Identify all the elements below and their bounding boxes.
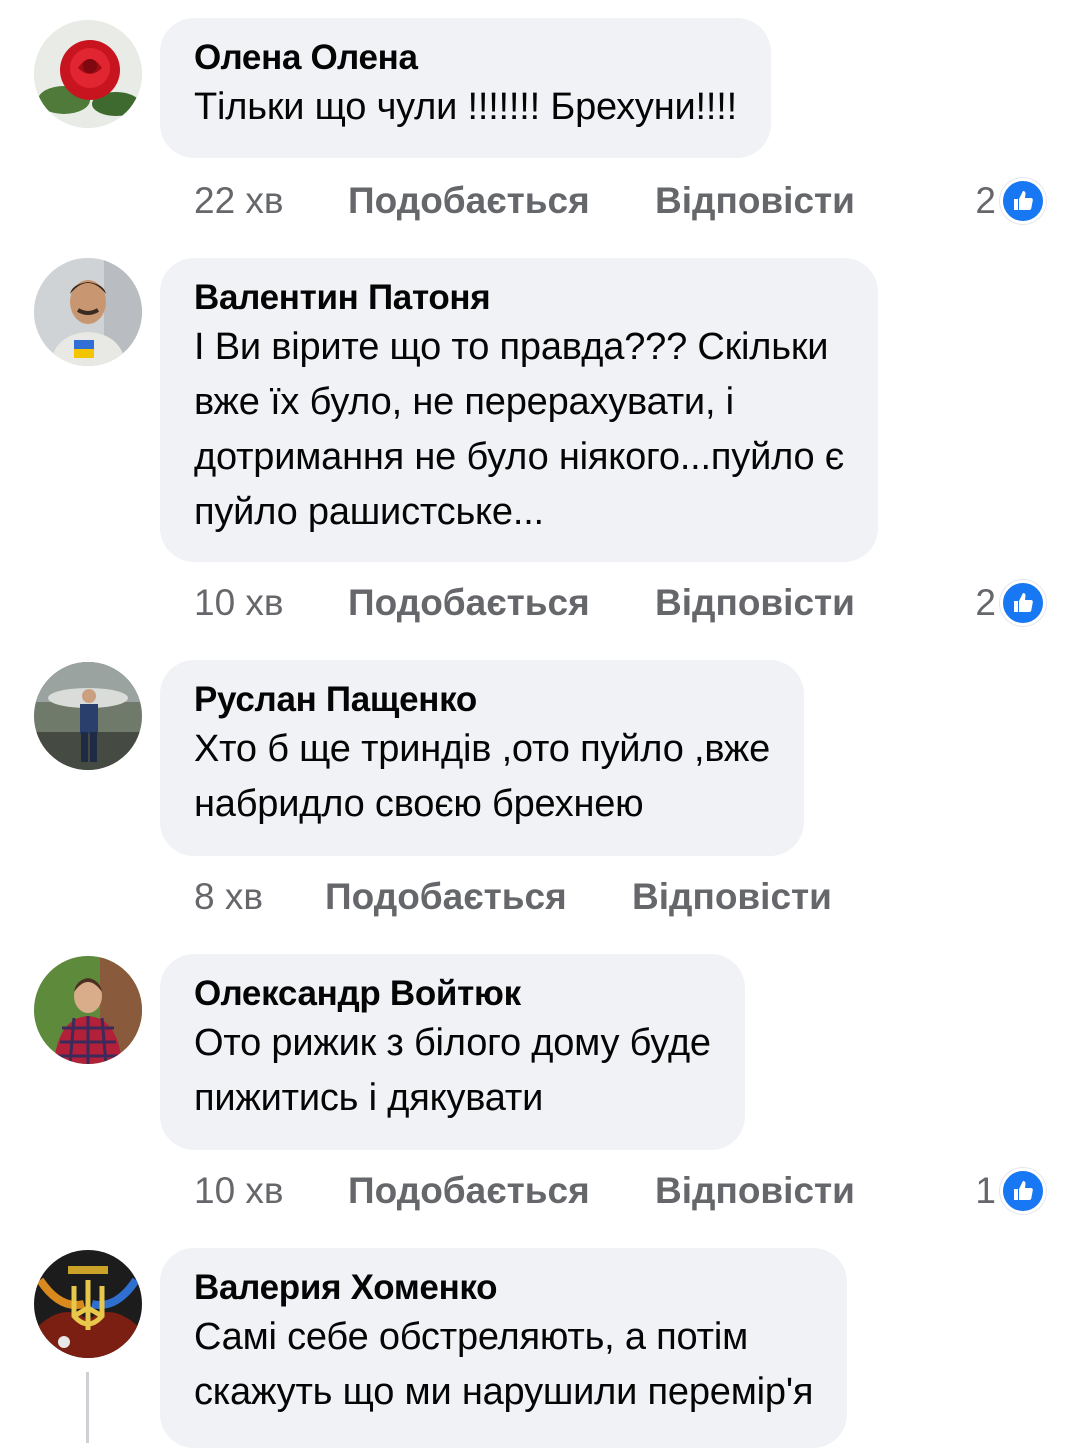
comment-author[interactable]: Валентин Патоня	[194, 276, 844, 320]
avatar[interactable]	[34, 1250, 142, 1358]
like-button[interactable]: Подобається	[348, 1166, 590, 1216]
reply-button[interactable]: Відповісти	[655, 578, 855, 628]
comment-bubble: Руслан Пащенко Хто б ще триндів ,ото пуй…	[160, 660, 805, 856]
comment-text: Ото рижик з білого дому буде пижитись і …	[194, 1022, 711, 1119]
comment-text: Самі себе обстреляють, а потім скажуть щ…	[194, 1316, 814, 1413]
thumbs-up-icon	[1000, 178, 1046, 224]
reaction-summary[interactable]: 2	[975, 578, 1046, 628]
man-outdoor-avatar-icon	[34, 662, 142, 770]
reaction-count: 2	[975, 180, 996, 221]
man-plaid-shirt-avatar-icon	[34, 956, 142, 1064]
comment-actions: 22 хв Подобається Відповісти 2	[194, 176, 1046, 226]
comment-author[interactable]: Олена Олена	[194, 36, 737, 80]
reply-button[interactable]: Відповісти	[655, 176, 855, 226]
thumbs-up-icon	[1000, 1168, 1046, 1214]
comment-actions: 10 хв Подобається Відповісти 2	[194, 578, 1046, 628]
comment-text: Тільки що чули !!!!!!! Брехуни!!!!	[194, 86, 737, 128]
comment-text: І Ви вірите що то правда??? Скільки вже …	[194, 326, 844, 533]
comment-actions: 10 хв Подобається Відповісти 1	[194, 1166, 1046, 1216]
comment-time[interactable]: 22 хв	[194, 176, 284, 226]
avatar[interactable]	[34, 956, 142, 1064]
like-button[interactable]: Подобається	[348, 578, 590, 628]
comment-bubble: Валерия Хоменко Самі себе обстреляють, а…	[160, 1248, 848, 1448]
trident-emblem-avatar-icon	[34, 1250, 142, 1358]
reaction-summary[interactable]: 2	[975, 176, 1046, 226]
reply-button[interactable]: Відповісти	[632, 872, 832, 922]
avatar[interactable]	[34, 662, 142, 770]
comment-bubble: Валентин Патоня І Ви вірите що то правда…	[160, 258, 878, 562]
comment-author[interactable]: Олександр Войтюк	[194, 972, 711, 1016]
reaction-count: 2	[975, 582, 996, 623]
comment-bubble: Олена Олена Тільки що чули !!!!!!! Бреху…	[160, 18, 771, 158]
avatar[interactable]	[34, 258, 142, 366]
comment-author[interactable]: Валерия Хоменко	[194, 1266, 813, 1310]
reaction-summary[interactable]: 1	[975, 1166, 1046, 1216]
comment-text: Хто б ще триндів ,ото пуйло ,вже набридл…	[194, 728, 771, 825]
comment-time[interactable]: 10 хв	[194, 1166, 284, 1216]
reaction-count: 1	[975, 1170, 996, 1211]
reply-button[interactable]: Відповісти	[655, 1166, 855, 1216]
comment-time[interactable]: 10 хв	[194, 578, 284, 628]
avatar[interactable]	[34, 20, 142, 128]
comment-time[interactable]: 8 хв	[194, 872, 263, 922]
comment-author[interactable]: Руслан Пащенко	[194, 678, 770, 722]
comment-actions: 8 хв Подобається Відповісти	[194, 872, 1046, 922]
thumbs-up-icon	[1000, 580, 1046, 626]
man-portrait-avatar-icon	[34, 258, 142, 366]
like-button[interactable]: Подобається	[348, 176, 590, 226]
like-button[interactable]: Подобається	[325, 872, 567, 922]
reply-thread-line	[86, 1372, 89, 1443]
comment-bubble: Олександр Войтюк Ото рижик з білого дому…	[160, 954, 745, 1150]
rose-avatar-icon	[34, 20, 142, 128]
